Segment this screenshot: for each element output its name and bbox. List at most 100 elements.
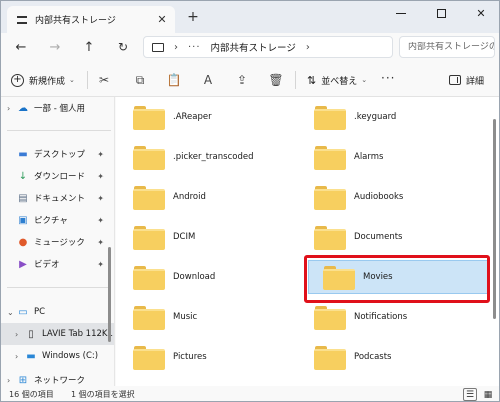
folder-picker-transcoded[interactable]: .picker_transcoded [119,140,299,174]
grid-view-icon: ▦ [483,389,493,400]
forward-button[interactable]: → [45,37,65,57]
sidebar-item-pc[interactable]: ⌄ ▭ PC [1,301,114,323]
sidebar-item-downloads[interactable]: ↓ ダウンロード ✦ [1,165,114,187]
sidebar-item-desktop[interactable]: ▬ デスクトップ ✦ [1,143,114,165]
sidebar-item-videos[interactable]: ▶ ビデオ ✦ [1,253,114,275]
folder-audiobooks[interactable]: Audiobooks [300,180,480,214]
up-button[interactable]: ↑ [79,37,99,57]
chevron-right-icon[interactable]: › [15,352,25,361]
sort-label: 並べ替え [321,76,358,87]
sidebar-item-label: Windows (C:) [42,351,99,361]
share-icon[interactable]: ⇪ [233,71,251,89]
paste-icon[interactable]: 📋 [165,71,183,89]
sidebar-item-music[interactable]: ● ミュージック ✦ [1,231,114,253]
sidebar-divider [7,287,111,288]
sidebar-item-windows-c[interactable]: › ▬ Windows (C:) [1,345,114,367]
folder-keyguard[interactable]: .keyguard [300,100,480,134]
chevron-right-icon[interactable]: › [7,376,17,385]
folder-download[interactable]: Download [119,260,299,294]
pin-icon[interactable]: ✦ [97,238,104,247]
sidebar-item-pictures[interactable]: ▣ ピクチャ ✦ [1,209,114,231]
tiles-view-button[interactable]: ▦ [481,388,495,401]
content-scrollbar[interactable] [493,119,496,319]
search-box[interactable] [399,36,495,58]
tab-internal-storage[interactable]: 内部共有ストレージ ✕ [7,6,175,33]
details-button[interactable]: 詳細 [449,71,484,89]
folder-icon [323,264,355,290]
folder-icon [133,224,165,250]
sidebar-item-label: ダウンロード [34,172,86,182]
chevron-right-icon[interactable]: › [7,104,17,113]
new-tab-button[interactable]: + [185,9,201,25]
toolbar-divider [295,71,296,89]
folder-name: Podcasts [354,352,392,362]
cut-icon[interactable]: ✂ [95,71,113,89]
pin-icon[interactable]: ✦ [97,172,104,181]
pin-icon[interactable]: ✦ [97,260,104,269]
navigation-pane: › ☁ 一部 - 個人用 ▬ デスクトップ ✦ ↓ ダウンロード ✦ ▤ ドキュ… [1,97,115,386]
drive-icon: ▬ [26,350,36,362]
folder-name: Alarms [354,152,384,162]
desktop-icon: ▬ [18,148,28,160]
folder-documents[interactable]: Documents [300,220,480,254]
folder-movies[interactable]: Movies [308,260,488,294]
sidebar-item-onedrive[interactable]: › ☁ 一部 - 個人用 [1,97,114,119]
more-path-icon[interactable]: ··· [188,42,201,53]
folder-podcasts[interactable]: Podcasts [300,340,480,374]
sort-button[interactable]: ⇅ 並べ替え ⌄ [307,71,367,89]
folder-icon [133,264,165,290]
details-view-button[interactable]: ☰ [463,388,477,401]
copy-icon[interactable]: ⧉ [131,71,149,89]
sidebar-item-lavie-tab[interactable]: › ▯ LAVIE Tab 112K1 [1,323,114,345]
folder-pictures[interactable]: Pictures [119,340,299,374]
breadcrumb-internal-storage[interactable]: 内部共有ストレージ [211,40,296,54]
folder-icon [133,144,165,170]
sidebar-scrollbar[interactable] [108,247,111,342]
address-bar[interactable]: › ··· 内部共有ストレージ › [143,36,393,58]
chevron-down-icon[interactable]: ⌄ [7,308,17,317]
tab-close-icon[interactable]: ✕ [155,13,169,27]
folder-alarms[interactable]: Alarms [300,140,480,174]
chevron-down-icon: ⌄ [69,76,75,84]
more-options-button[interactable]: ··· [381,71,395,85]
folder-android[interactable]: Android [119,180,299,214]
sidebar-item-label: PC [34,307,46,317]
command-bar: + 新規作成 ⌄ ✂ ⧉ 📋 A ⇪ 🗑 ⇅ 並べ替え ⌄ ··· 詳細 [1,63,499,97]
folder-icon [314,224,346,250]
chevron-right-icon[interactable]: › [15,330,25,339]
chevron-right-icon[interactable]: › [174,42,178,53]
folder-name: Documents [354,232,403,242]
maximize-button[interactable] [421,1,461,25]
delete-icon[interactable]: 🗑 [267,71,285,89]
folder-name: DCIM [173,232,196,242]
folder-dcim[interactable]: DCIM [119,220,299,254]
details-label: 詳細 [466,76,485,87]
pin-icon[interactable]: ✦ [97,216,104,225]
sort-icon: ⇅ [307,73,317,87]
folder-name: .AReaper [173,112,212,122]
monitor-icon [152,42,164,52]
close-window-button[interactable]: ✕ [461,1,499,25]
folder-notifications[interactable]: Notifications [300,300,480,334]
folder-icon [314,144,346,170]
chevron-right-icon[interactable]: › [306,42,310,53]
search-input[interactable] [408,42,494,52]
folder-name: Audiobooks [354,192,404,202]
refresh-button[interactable]: ↻ [113,37,133,57]
new-label: 新規作成 [29,76,66,87]
video-icon: ▶ [19,258,27,270]
title-bar: 内部共有ストレージ ✕ + ✕ [1,1,499,33]
rename-icon[interactable]: A [199,71,217,89]
folder-areaper[interactable]: .AReaper [119,100,299,134]
back-button[interactable]: ← [11,37,31,57]
folder-name: .picker_transcoded [173,152,254,162]
pin-icon[interactable]: ✦ [97,150,104,159]
new-button[interactable]: + 新規作成 ⌄ [11,71,75,89]
selected-count: 1 個の項目を選択 [71,390,135,399]
minimize-button[interactable] [381,1,421,25]
pin-icon[interactable]: ✦ [97,194,104,203]
sidebar-item-documents[interactable]: ▤ ドキュメント ✦ [1,187,114,209]
folder-music[interactable]: Music [119,300,299,334]
sidebar-divider [7,130,111,131]
folder-name: Movies [363,272,393,282]
